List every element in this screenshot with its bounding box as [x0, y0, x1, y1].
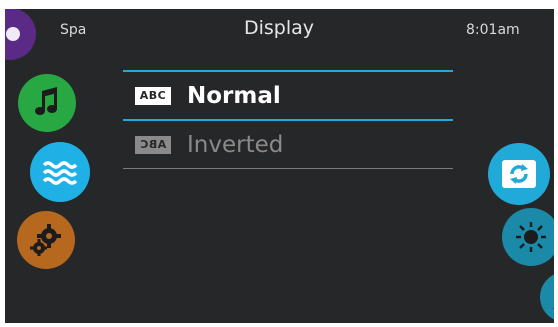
water-waves-icon: [42, 158, 78, 186]
rotate-icon: [500, 158, 538, 190]
bezel-top: [0, 0, 558, 9]
spa-nav-button[interactable]: [0, 8, 36, 60]
bezel-bottom: [0, 323, 558, 327]
settings-nav-button[interactable]: [17, 211, 75, 269]
inverted-text-icon: ABC: [135, 135, 171, 154]
option-normal[interactable]: ABC Normal: [123, 72, 453, 119]
display-settings-screen: Spa Display 8:01am ABC Normal ABC Invert…: [0, 0, 558, 327]
normal-text-icon: ABC: [135, 86, 171, 105]
display-mode-menu: ABC Normal ABC Inverted: [123, 70, 453, 169]
bezel-left: [0, 0, 5, 327]
brightness-button[interactable]: [502, 208, 558, 266]
rotate-button[interactable]: [488, 143, 550, 205]
sun-brightness-icon: [514, 220, 548, 254]
gears-icon: [29, 223, 63, 257]
music-note-icon: [32, 87, 62, 119]
bezel-right: [554, 0, 558, 327]
option-inverted[interactable]: ABC Inverted: [123, 121, 453, 168]
water-nav-button[interactable]: [30, 142, 90, 202]
clock: 8:01am: [466, 22, 520, 38]
music-nav-button[interactable]: [18, 74, 76, 132]
option-label: Normal: [187, 82, 281, 109]
divider: [123, 168, 453, 169]
option-label: Inverted: [187, 131, 284, 158]
